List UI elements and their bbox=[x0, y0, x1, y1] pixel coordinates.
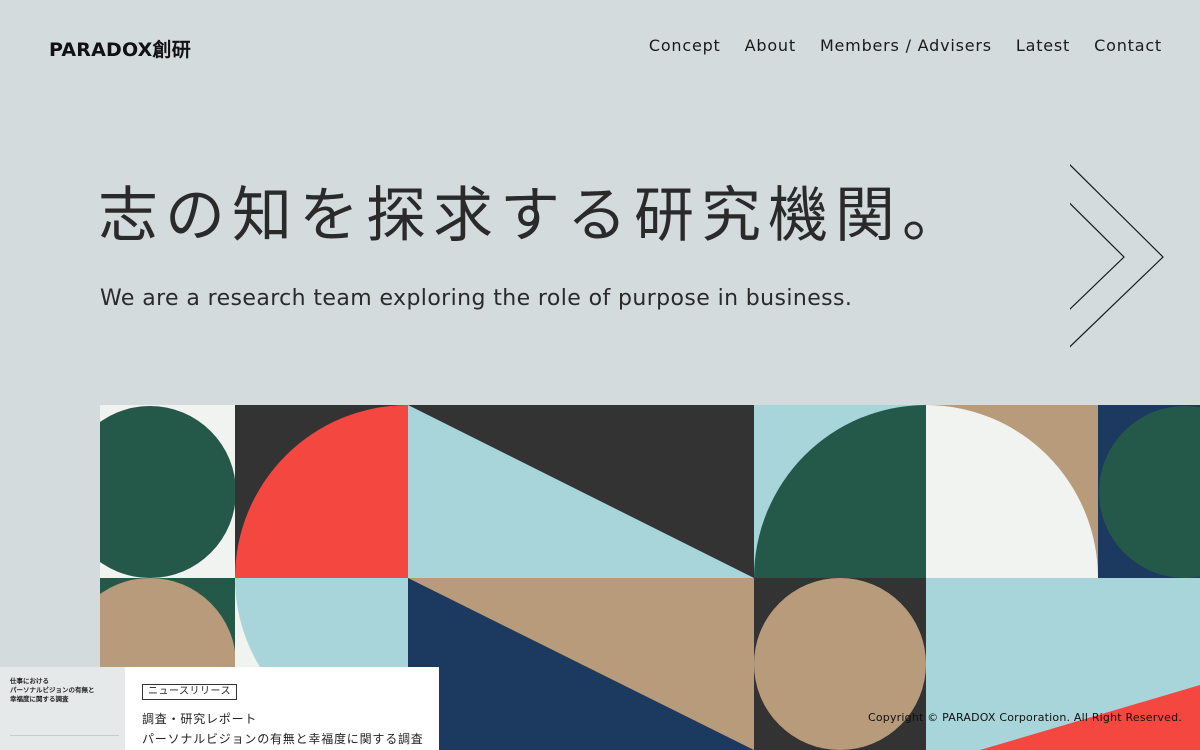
news-badge: ニュースリリース bbox=[142, 684, 237, 700]
news-category: 調査・研究レポート bbox=[142, 712, 258, 726]
nav-members-advisers[interactable]: Members / Advisers bbox=[820, 36, 992, 55]
nav-contact[interactable]: Contact bbox=[1094, 36, 1162, 55]
tile-circle bbox=[754, 578, 926, 750]
hero-subtitle: We are a research team exploring the rol… bbox=[100, 286, 853, 311]
page: PARADOX創研 Concept About Members / Advise… bbox=[0, 0, 1200, 750]
news-body: ニュースリリース 調査・研究レポート パーソナルビジョンの有無と幸福度に関する調… bbox=[125, 667, 424, 750]
thumb-divider bbox=[10, 735, 119, 736]
chevron-right-icon bbox=[1070, 164, 1164, 348]
nav-about[interactable]: About bbox=[745, 36, 796, 55]
main-nav: Concept About Members / Advisers Latest … bbox=[649, 36, 1162, 55]
news-thumbnail: 仕事における パーソナルビジョンの有無と 幸福度に関する調査 bbox=[0, 667, 125, 750]
nav-concept[interactable]: Concept bbox=[649, 36, 721, 55]
thumb-line: 仕事における bbox=[10, 677, 49, 685]
thumb-line: パーソナルビジョンの有無と bbox=[10, 686, 95, 694]
news-title: パーソナルビジョンの有無と幸福度に関する調査 bbox=[142, 732, 424, 746]
copyright: Copyright © PARADOX Corporation. All Rig… bbox=[867, 711, 1182, 724]
thumb-line: 幸福度に関する調査 bbox=[10, 695, 69, 703]
nav-latest[interactable]: Latest bbox=[1016, 36, 1070, 55]
news-card[interactable]: 仕事における パーソナルビジョンの有無と 幸福度に関する調査 ニュースリリース … bbox=[0, 667, 439, 750]
hero-title: 志の知を探求する研究機関。 bbox=[98, 181, 969, 251]
logo[interactable]: PARADOX創研 bbox=[49, 35, 191, 62]
